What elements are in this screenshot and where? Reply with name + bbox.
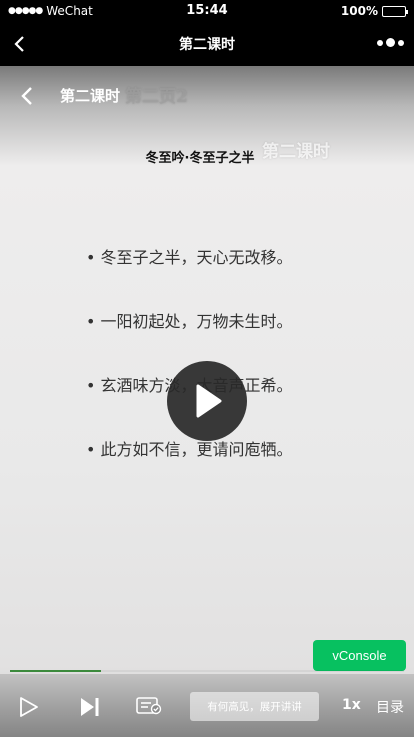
player-controls: 1x 目录 — [0, 674, 414, 737]
poem-title: 冬至吟·冬至子之半 — [145, 151, 255, 166]
back-icon[interactable] — [10, 34, 30, 54]
progress-fill — [10, 670, 101, 672]
battery-percent: 100% — [340, 4, 378, 18]
video-player[interactable]: 第二课时 第二页2 第二课时 冬至吟·冬至子之半 • 冬至子之半，天心无改移。 … — [0, 66, 414, 737]
battery-info: 100% — [340, 4, 408, 18]
speed-button[interactable]: 1x — [342, 697, 361, 713]
more-icon[interactable] — [377, 38, 404, 47]
next-icon[interactable] — [80, 697, 100, 717]
big-play-button[interactable] — [167, 361, 247, 441]
danmaku-toggle-icon[interactable] — [136, 697, 162, 715]
status-bar: ●●●●● WeChat 15:44 100% — [0, 0, 414, 22]
battery-icon — [382, 5, 408, 17]
play-icon[interactable] — [19, 696, 39, 718]
comment-input[interactable] — [190, 692, 319, 721]
video-back-icon[interactable] — [18, 86, 36, 106]
poem-line: • 一阳初起处，万物未生时。 — [86, 312, 293, 331]
nav-bar: 第二课时 — [0, 22, 414, 66]
nav-title: 第二课时 — [179, 37, 235, 53]
watermark-page: 第二页2 — [125, 87, 188, 107]
progress-bar[interactable] — [10, 670, 404, 672]
video-title: 第二课时 — [60, 87, 121, 105]
catalog-button[interactable]: 目录 — [376, 697, 404, 717]
poem-line: • 此方如不信，更请问庖牺。 — [86, 440, 293, 459]
poem-line: • 冬至子之半，天心无改移。 — [86, 248, 293, 267]
vconsole-button[interactable]: vConsole — [313, 640, 406, 671]
play-icon — [196, 384, 222, 418]
